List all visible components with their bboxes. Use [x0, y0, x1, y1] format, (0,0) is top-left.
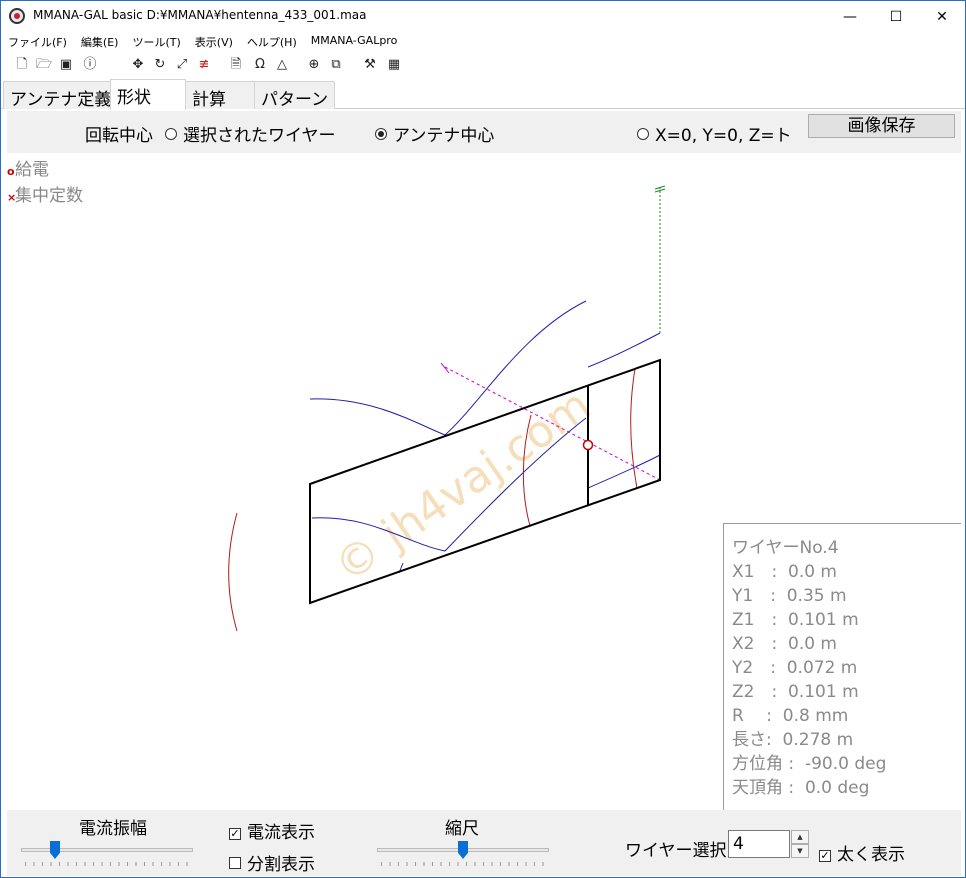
title-bar: MMANA-GAL basic D:¥MMANA¥hentenna_433_00… — [1, 1, 965, 32]
show-segments-checkbox[interactable]: 分割表示 — [229, 850, 315, 875]
window-title: MMANA-GAL basic D:¥MMANA¥hentenna_433_00… — [33, 8, 367, 22]
slider-track — [21, 848, 193, 852]
toolbar: 🗋 🗁 ▣ ⓘ ✥ ↻ ⤢ ≢ 🗎 Ω △ ⊕ ⧉ ⚒ ▦ — [1, 53, 965, 77]
close-button[interactable]: ✕ — [919, 1, 965, 32]
app-window: MMANA-GAL basic D:¥MMANA¥hentenna_433_00… — [0, 0, 966, 878]
wire-info-length: 長さ: 0.278 m — [732, 730, 854, 750]
wire-info-z2: Z2 : 0.101 m — [732, 682, 859, 702]
show-current-label: 電流表示 — [247, 823, 315, 843]
slider-thumb[interactable] — [458, 841, 468, 859]
maximize-button[interactable]: ☐ — [873, 1, 919, 32]
geometry-canvas[interactable]: o給電 ×集中定数 © jh4vaj.com ワイヤーNo.4 X1: 0.0… — [1, 153, 965, 810]
scale-label: 縮尺 — [445, 819, 479, 839]
save-image-button[interactable]: 画像保存 — [808, 114, 955, 138]
wire-info-azimuth: 方位角 : -90.0 deg — [732, 754, 887, 774]
bold-display-label: 太く表示 — [837, 845, 905, 865]
wire-info-x1: X1 : 0.0 m — [732, 562, 837, 582]
copy-icon[interactable]: ⧉ — [327, 56, 345, 74]
wire-select-input[interactable] — [728, 830, 790, 858]
wire-info-title: ワイヤーNo.4 — [732, 538, 839, 558]
current-amplitude-slider[interactable] — [21, 840, 193, 866]
rotation-options-row: 回転中心 選択されたワイヤー アンテナ中心 X=0, Y=0, Z=ト 画像保存 — [7, 111, 961, 153]
menu-gal-pro[interactable]: MMANA-GALpro — [304, 32, 405, 52]
move-icon[interactable]: ✥ — [129, 56, 147, 74]
radio-origin[interactable]: X=0, Y=0, Z=ト — [637, 121, 792, 146]
resize-icon[interactable]: ⤢ — [173, 56, 191, 74]
tools-icon[interactable]: ⚒ — [361, 56, 379, 74]
rotation-center-label: 回転中心 — [85, 126, 153, 146]
menu-tools[interactable]: ツール(T) — [125, 32, 187, 52]
checkbox-checked-icon: ✓ — [819, 849, 831, 862]
spin-down-icon[interactable]: ▼ — [791, 844, 809, 858]
checkbox-checked-icon: ✓ — [229, 827, 241, 840]
spin-up-icon[interactable]: ▲ — [791, 830, 809, 844]
checkbox-empty-icon — [229, 857, 241, 869]
wire-info-y2: Y2 : 0.072 m — [732, 658, 858, 678]
radio-origin-label: X=0, Y=0, Z=ト — [655, 126, 792, 146]
minimize-button[interactable]: — — [827, 1, 873, 32]
wire-select-spinner[interactable]: ▲ ▼ — [791, 830, 809, 858]
slider-thumb[interactable] — [50, 841, 60, 859]
show-current-checkbox[interactable]: ✓ 電流表示 — [229, 818, 315, 843]
new-file-icon[interactable]: 🗋 — [13, 56, 31, 74]
scale-slider[interactable] — [377, 840, 549, 866]
slider-ticks — [381, 862, 545, 866]
wire-info-x2: X2 : 0.0 m — [732, 634, 837, 654]
radio-selected-wire-label: 選択されたワイヤー — [183, 126, 336, 146]
tab-bar: アンテナ定義 形状 計算 パターン — [1, 79, 965, 110]
tab-pattern[interactable]: パターン — [254, 81, 336, 110]
menu-edit[interactable]: 編集(E) — [74, 32, 126, 52]
tab-antenna-definition[interactable]: アンテナ定義 — [3, 81, 119, 110]
menu-bar: ファイル(F) 編集(E) ツール(T) 表示(V) ヘルプ(H) MMANA-… — [1, 32, 965, 52]
radio-circle-icon — [637, 128, 649, 140]
crosshair-icon[interactable]: ⊕ — [305, 56, 323, 74]
triangle-icon[interactable]: △ — [273, 56, 291, 74]
menu-file[interactable]: ファイル(F) — [1, 32, 74, 52]
app-icon — [9, 8, 25, 24]
radio-selected-wire[interactable]: 選択されたワイヤー — [165, 121, 336, 146]
radio-circle-icon — [165, 128, 177, 140]
document-icon[interactable]: 🗎 — [227, 56, 245, 74]
wire-info-z1: Z1 : 0.101 m — [732, 610, 859, 630]
rotate-icon[interactable]: ↻ — [151, 56, 169, 74]
watermark: © jh4vaj.com — [325, 379, 599, 592]
radio-antenna-center[interactable]: アンテナ中心 — [375, 121, 494, 146]
show-segments-label: 分割表示 — [247, 855, 315, 875]
tab-geometry[interactable]: 形状 — [110, 79, 186, 110]
wire-info-panel: ワイヤーNo.4 X1 : 0.0 m Y1 : 0.35 m Z1 : 0.1… — [723, 523, 961, 810]
menu-help[interactable]: ヘルプ(H) — [240, 32, 304, 52]
wire-info-zenith: 天頂角 : 0.0 deg — [732, 778, 870, 798]
slider-ticks — [25, 862, 189, 866]
radio-antenna-center-label: アンテナ中心 — [393, 126, 495, 146]
feed-point-icon[interactable] — [582, 439, 594, 451]
calculator-icon[interactable]: ▦ — [385, 56, 403, 74]
current-amplitude-label: 電流振幅 — [79, 819, 147, 839]
bottom-controls: 電流振幅 ✓ 電流表示 分割表示 縮尺 ワイヤー選択 ▲ ▼ ✓ 太く表示 — [7, 810, 961, 876]
wire-select-label: ワイヤー選択 — [625, 841, 727, 861]
menu-view[interactable]: 表示(V) — [188, 32, 240, 52]
tab-calculation[interactable]: 計算 — [185, 81, 255, 110]
omega-icon[interactable]: Ω — [251, 56, 269, 74]
radio-checked-icon — [375, 128, 387, 140]
wire-info-radius: R : 0.8 mm — [732, 706, 849, 726]
info-icon[interactable]: ⓘ — [81, 56, 99, 74]
wire-edit-icon[interactable]: ≢ — [195, 56, 213, 74]
wire-info-y1: Y1 : 0.35 m — [732, 586, 847, 606]
save-icon[interactable]: ▣ — [57, 56, 75, 74]
open-folder-icon[interactable]: 🗁 — [35, 56, 53, 74]
bold-display-checkbox[interactable]: ✓ 太く表示 — [819, 840, 905, 865]
